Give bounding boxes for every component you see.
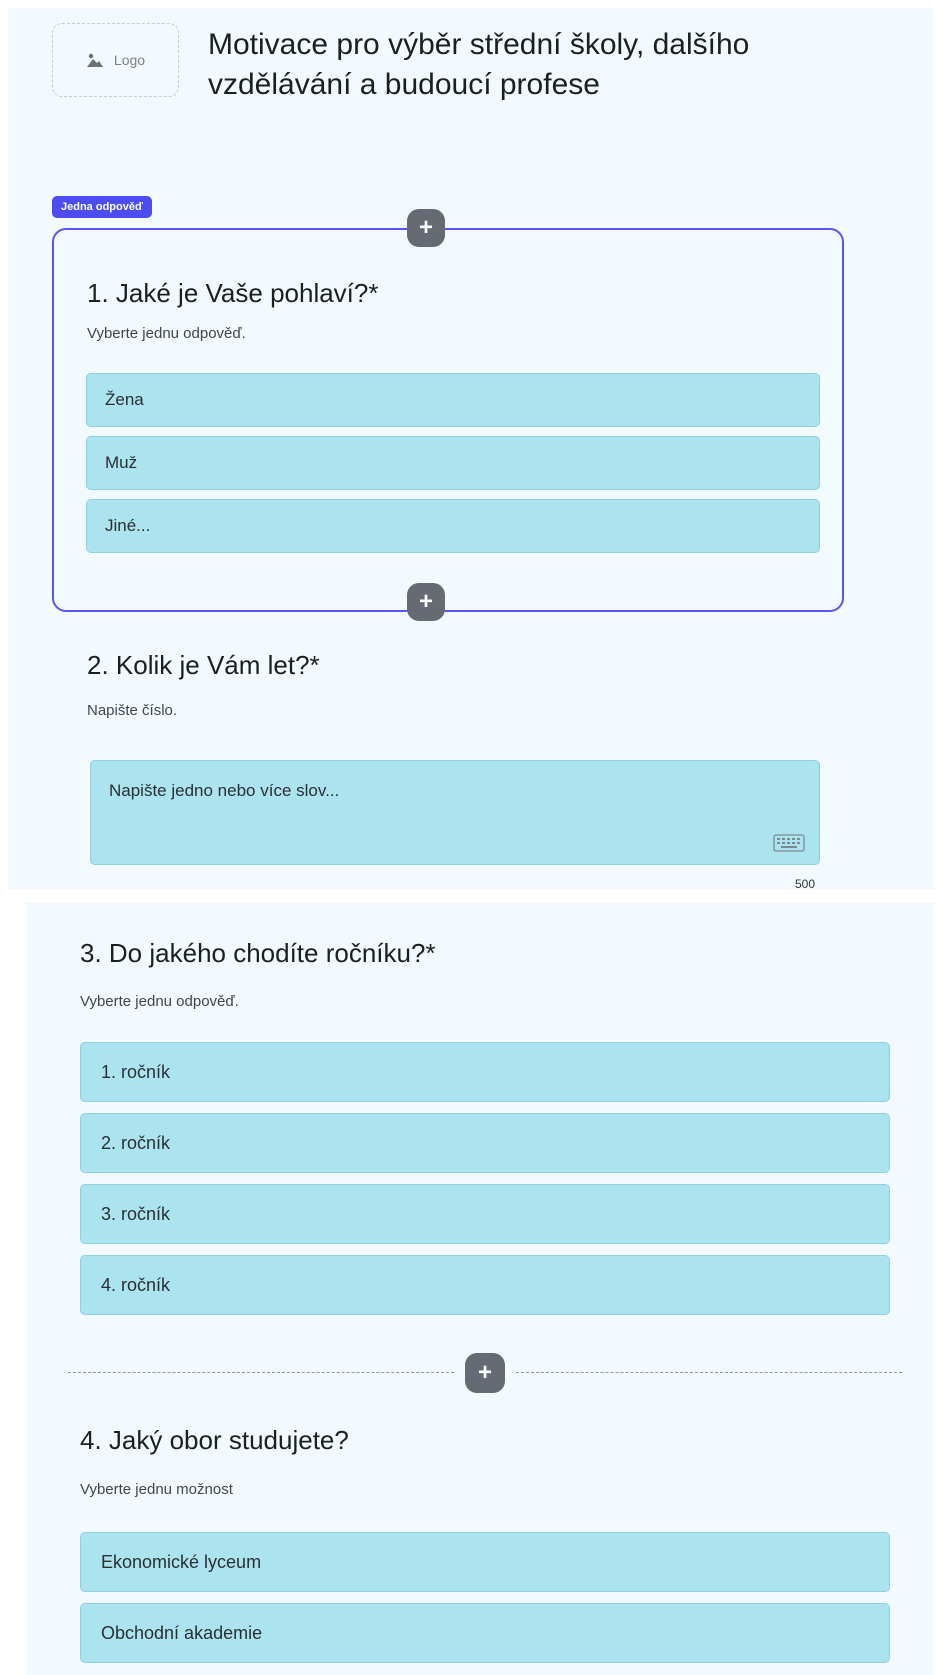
age-text-field[interactable]: Napište jedno nebo více slov... bbox=[90, 760, 820, 865]
keyboard-icon[interactable] bbox=[773, 834, 805, 852]
question-2-hint: Napište číslo. bbox=[87, 702, 178, 719]
q3-option-2[interactable]: 2. ročník bbox=[80, 1113, 890, 1173]
add-question-button-bottom[interactable]: + bbox=[465, 1353, 505, 1393]
q3-option-1[interactable]: 1. ročník bbox=[80, 1042, 890, 1102]
plus-icon: + bbox=[418, 588, 433, 615]
section-divider-left bbox=[68, 1372, 454, 1373]
add-question-button-middle[interactable]: + bbox=[407, 583, 445, 621]
q3-option-4[interactable]: 4. ročník bbox=[80, 1255, 890, 1315]
q1-option-3[interactable]: Jiné... bbox=[86, 499, 820, 553]
question-2-title: 2. Kolik je Vám let?* bbox=[87, 650, 320, 680]
image-icon bbox=[86, 53, 103, 67]
question-4-hint: Vyberte jednu možnost bbox=[80, 1481, 233, 1498]
age-text-placeholder: Napište jedno nebo více slov... bbox=[109, 781, 340, 800]
character-limit: 500 bbox=[795, 877, 816, 891]
question-1-title: 1. Jaké je Vaše pohlaví?* bbox=[87, 278, 379, 308]
section-divider-right bbox=[516, 1372, 902, 1373]
q1-option-1[interactable]: Žena bbox=[86, 373, 820, 427]
page-title: Motivace pro výběr střední školy, dalšíh… bbox=[208, 28, 750, 101]
add-question-button-top[interactable]: + bbox=[407, 209, 445, 247]
plus-icon: + bbox=[418, 214, 433, 241]
question-type-badge: Jedna odpověď bbox=[52, 196, 152, 218]
plus-icon: + bbox=[477, 1359, 492, 1386]
q4-option-2[interactable]: Obchodní akademie bbox=[80, 1603, 890, 1663]
q3-option-3[interactable]: 3. ročník bbox=[80, 1184, 890, 1244]
question-3-hint: Vyberte jednu odpověď. bbox=[80, 993, 239, 1010]
question-3-title: 3. Do jakého chodíte ročníku?* bbox=[80, 938, 436, 968]
q4-option-1[interactable]: Ekonomické lyceum bbox=[80, 1532, 890, 1592]
logo-label: Logo bbox=[113, 52, 146, 68]
question-4-title: 4. Jaký obor studujete? bbox=[80, 1425, 349, 1455]
logo-placeholder[interactable]: Logo bbox=[52, 23, 179, 97]
question-1-hint: Vyberte jednu odpověď. bbox=[87, 325, 246, 342]
q1-option-2[interactable]: Muž bbox=[86, 436, 820, 490]
